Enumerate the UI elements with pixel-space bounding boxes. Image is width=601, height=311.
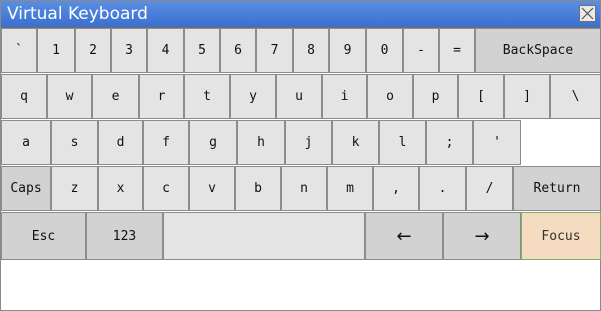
key-focus[interactable]: Focus xyxy=(521,212,601,260)
key-t[interactable]: t xyxy=(184,74,230,119)
key-s[interactable]: s xyxy=(51,120,98,165)
key-r[interactable]: r xyxy=(139,74,184,119)
key-z[interactable]: z xyxy=(51,166,98,211)
key-4[interactable]: 4 xyxy=(147,28,184,73)
virtual-keyboard-window: Virtual Keyboard ` 1 2 3 4 5 6 7 8 9 0- = BackSpace q… xyxy=(0,0,601,311)
key-return[interactable]: Return xyxy=(513,166,601,211)
key-slash[interactable]: / xyxy=(466,166,513,211)
key-5[interactable]: 5 xyxy=(184,28,220,73)
key-caps[interactable]: Caps xyxy=(1,166,51,211)
key-p[interactable]: p xyxy=(413,74,458,119)
key-i[interactable]: i xyxy=(322,74,367,119)
key-123[interactable]: 123 xyxy=(86,212,163,260)
key-n[interactable]: n xyxy=(281,166,327,211)
key-f[interactable]: f xyxy=(143,120,189,165)
key-g[interactable]: g xyxy=(189,120,237,165)
key-arrow-left[interactable]: ← xyxy=(365,212,443,260)
key-right-bracket[interactable]: ] xyxy=(504,74,550,119)
key-x[interactable]: x xyxy=(98,166,143,211)
key-h[interactable]: h xyxy=(237,120,285,165)
window-title: Virtual Keyboard xyxy=(7,4,148,24)
key-1[interactable]: 1 xyxy=(37,28,75,73)
key-minus[interactable]: - xyxy=(403,28,439,73)
key-u[interactable]: u xyxy=(276,74,322,119)
key-esc[interactable]: Esc xyxy=(1,212,86,260)
key-semicolon[interactable]: ; xyxy=(426,120,473,165)
key-v[interactable]: v xyxy=(189,166,235,211)
key-q[interactable]: q xyxy=(1,74,47,119)
key-l[interactable]: l xyxy=(379,120,426,165)
key-space[interactable] xyxy=(163,212,365,260)
key-arrow-right[interactable]: → xyxy=(443,212,521,260)
close-button[interactable] xyxy=(579,5,596,22)
key-quote[interactable]: ' xyxy=(473,120,521,165)
key-2[interactable]: 2 xyxy=(75,28,111,73)
key-backtick[interactable]: ` xyxy=(1,28,37,73)
key-comma[interactable]: , xyxy=(373,166,419,211)
key-y[interactable]: y xyxy=(230,74,276,119)
key-j[interactable]: j xyxy=(285,120,332,165)
key-b[interactable]: b xyxy=(235,166,281,211)
key-c[interactable]: c xyxy=(143,166,189,211)
key-equals[interactable]: = xyxy=(439,28,475,73)
key-w[interactable]: w xyxy=(47,74,92,119)
key-period[interactable]: . xyxy=(419,166,466,211)
key-0[interactable]: 0 xyxy=(366,28,403,73)
key-3[interactable]: 3 xyxy=(111,28,147,73)
key-left-bracket[interactable]: [ xyxy=(458,74,504,119)
key-9[interactable]: 9 xyxy=(329,28,366,73)
key-a[interactable]: a xyxy=(1,120,51,165)
key-7[interactable]: 7 xyxy=(256,28,293,73)
key-backspace[interactable]: BackSpace xyxy=(475,28,601,73)
key-8[interactable]: 8 xyxy=(293,28,329,73)
key-o[interactable]: o xyxy=(367,74,413,119)
close-icon xyxy=(581,7,594,20)
title-bar[interactable]: Virtual Keyboard xyxy=(1,1,600,28)
key-m[interactable]: m xyxy=(327,166,373,211)
key-6[interactable]: 6 xyxy=(220,28,256,73)
key-k[interactable]: k xyxy=(332,120,379,165)
key-d[interactable]: d xyxy=(98,120,143,165)
key-backslash[interactable]: \ xyxy=(550,74,601,119)
key-e[interactable]: e xyxy=(92,74,139,119)
